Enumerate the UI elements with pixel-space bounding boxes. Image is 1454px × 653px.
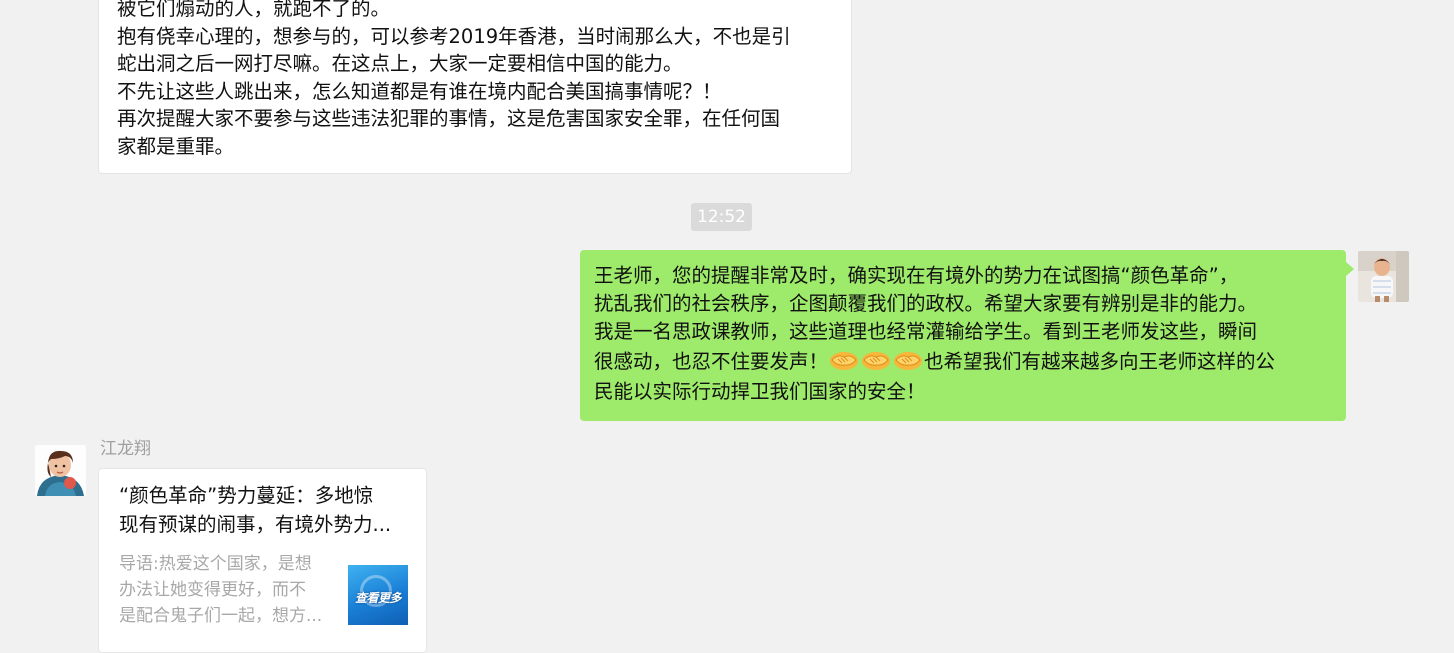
- message-line: 我是一名思政课教师，这些道理也经常灌输给学生。看到王老师发这些，瞬间: [594, 320, 1258, 343]
- my-avatar[interactable]: [1358, 251, 1409, 302]
- cartoon-avatar-icon: [35, 445, 86, 496]
- article-thumbnail: 查看更多: [348, 565, 408, 625]
- message-line-with-emoji: 很感动，也忍不住要发声！ 也希望我们有越来越多向王老师这样的公: [594, 346, 1332, 378]
- message-line: 民能以实际行动捍卫我们国家的安全！: [594, 380, 926, 403]
- outgoing-message-bubble[interactable]: 王老师，您的提醒非常及时，确实现在有境外的势力在试图搞“颜色革命”， 扰乱我们的…: [580, 250, 1354, 421]
- message-line: 不先让这些人跳出来，怎么知道都是有谁在境内配合美国搞事情呢？！: [117, 79, 722, 103]
- sender-name: 江龙翔: [100, 439, 151, 459]
- article-title-line: “颜色革命”势力蔓延：多地惊: [119, 484, 374, 507]
- child-photo-icon: [1358, 251, 1409, 302]
- message-timestamp: 12:52: [691, 203, 752, 231]
- article-title: “颜色革命”势力蔓延：多地惊 现有预谋的闹事，有境外势力...: [119, 481, 419, 539]
- message-line: 蛇出洞之后一网打尽嘛。在这点上，大家一定要相信中国的能力。: [117, 52, 683, 75]
- article-desc-line: 办法让她变得更好，而不: [119, 580, 306, 600]
- thumbnail-text: 查看更多: [354, 591, 402, 605]
- handshake-emoji-icon: [862, 352, 891, 370]
- message-text: 很感动，也忍不住要发声！: [594, 350, 829, 373]
- handshake-emoji-icon: [894, 352, 923, 370]
- article-description: 导语:热爱这个国家，是想 办法让她变得更好，而不 是配合鬼子们一起，想方...: [119, 551, 339, 629]
- incoming-message-bubble[interactable]: 被它们煽动的人，就跑不了的。 抱有侥幸心理的，想参与的，可以参考2019年香港，…: [98, 0, 852, 174]
- sender-avatar[interactable]: [35, 445, 86, 496]
- message-line: 王老师，您的提醒非常及时，确实现在有境外的势力在试图搞“颜色革命”，: [594, 264, 1239, 287]
- message-text: 也希望我们有越来越多向王老师这样的公: [924, 350, 1276, 373]
- article-title-line: 现有预谋的闹事，有境外势力...: [119, 513, 392, 536]
- message-line: 扰乱我们的社会秩序，企图颠覆我们的政权。希望大家要有辨别是非的能力。: [594, 292, 1258, 315]
- article-desc-line: 导语:热爱这个国家，是想: [119, 554, 312, 574]
- message-line: 抱有侥幸心理的，想参与的，可以参考2019年香港，当时闹那么大，不也是引: [117, 24, 791, 48]
- message-line: 再次提醒大家不要参与这些违法犯罪的事情，这是危害国家安全罪，在任何国: [117, 107, 781, 130]
- article-desc-line: 是配合鬼子们一起，想方...: [119, 606, 323, 626]
- article-link-card[interactable]: “颜色革命”势力蔓延：多地惊 现有预谋的闹事，有境外势力... 导语:热爱这个国…: [98, 468, 427, 653]
- chat-window: 被它们煽动的人，就跑不了的。 抱有侥幸心理的，想参与的，可以参考2019年香港，…: [0, 0, 1454, 653]
- handshake-emoji-icon: [830, 352, 859, 370]
- message-line: 家都是重罪。: [117, 134, 235, 158]
- message-line: 被它们煽动的人，就跑不了的。: [117, 0, 391, 20]
